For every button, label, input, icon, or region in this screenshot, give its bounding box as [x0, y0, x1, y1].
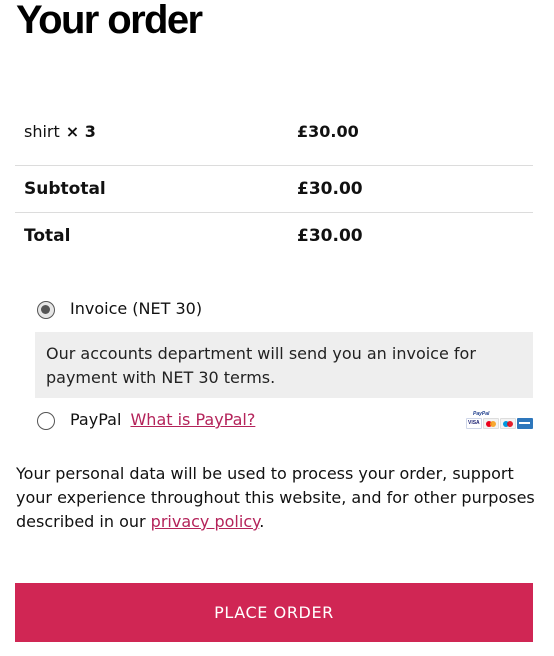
subtotal-value: £30.00 [297, 179, 363, 199]
item-name: shirt [24, 122, 60, 141]
privacy-policy-link[interactable]: privacy policy [151, 512, 260, 531]
maestro-icon [500, 418, 516, 429]
invoice-radio[interactable] [37, 301, 55, 319]
amex-icon [517, 418, 533, 429]
order-item-row: shirt × 3 £30.00 [15, 98, 533, 166]
privacy-text-end: . [259, 512, 265, 531]
invoice-label[interactable]: Invoice (NET 30) [70, 299, 202, 318]
what-is-paypal-link[interactable]: What is PayPal? [130, 410, 255, 429]
paypal-logo-icon: PayPal [473, 411, 490, 417]
paypal-label-wrap[interactable]: PayPal What is PayPal? [70, 410, 255, 429]
subtotal-label: Subtotal [24, 179, 106, 199]
mastercard-icon [483, 418, 499, 429]
paypal-acceptance-mark: PayPal [464, 411, 534, 431]
privacy-text: Your personal data will be used to proce… [16, 464, 535, 531]
invoice-description: Our accounts department will send you an… [35, 332, 533, 398]
visa-icon [466, 418, 482, 429]
subtotal-row: Subtotal £30.00 [15, 166, 533, 213]
payment-method-paypal[interactable]: PayPal What is PayPal? [15, 409, 533, 433]
total-value: £30.00 [297, 226, 363, 246]
total-row: Total £30.00 [15, 213, 533, 259]
paypal-label[interactable]: PayPal [70, 410, 121, 429]
place-order-button[interactable]: PLACE ORDER [15, 583, 533, 642]
privacy-policy-text: Your personal data will be used to proce… [16, 462, 536, 534]
item-price: £30.00 [297, 122, 359, 141]
item-quantity: × 3 [65, 122, 96, 141]
payment-method-invoice[interactable]: Invoice (NET 30) [15, 298, 533, 322]
page-title: Your order [16, 0, 203, 42]
order-review-table: shirt × 3 £30.00 Subtotal £30.00 Total £3… [15, 98, 533, 259]
paypal-radio[interactable] [37, 412, 55, 430]
total-label: Total [24, 226, 71, 246]
